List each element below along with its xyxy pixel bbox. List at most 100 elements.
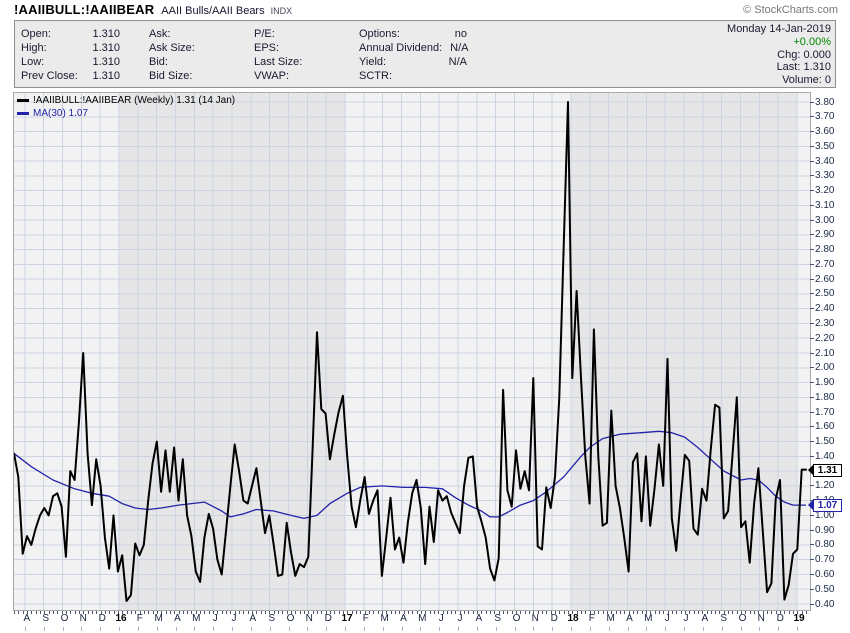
legend-price-label: !AAIIBULL:!AAIIBEAR (Weekly) 1.31 (14 Ja… <box>33 95 236 106</box>
y-axis-tick <box>810 352 814 354</box>
x-axis-month-tick <box>100 627 102 631</box>
stockcharts-chart-page: !AAIIBULL:!AAIIBEAR AAII Bulls/AAII Bear… <box>0 0 850 633</box>
x-axis-month-tick <box>194 627 196 631</box>
y-axis-label-text: 2.70 <box>815 258 835 270</box>
y-axis-tick <box>810 234 814 236</box>
y-axis-label: 2.20 <box>810 333 834 344</box>
quote-field-label: Bid: <box>149 56 168 68</box>
y-axis-label-text: 3.80 <box>815 96 835 108</box>
y-axis-label: 3.60 <box>810 126 834 137</box>
quote-field-value: no <box>454 28 467 40</box>
quote-field-label: P/E: <box>254 28 275 40</box>
x-axis-month-tick <box>175 627 177 631</box>
x-axis-month-tick <box>232 627 233 631</box>
x-axis-month-tick <box>213 627 215 631</box>
quote-row: Annual Dividend: N/A <box>359 41 469 55</box>
y-axis-label: 1.60 <box>810 421 834 432</box>
y-axis-label-text: 0.40 <box>815 598 835 610</box>
y-axis-tick <box>810 337 814 339</box>
quote-field-value: 1.310 <box>92 28 120 40</box>
quote-row: Bid Size: <box>149 69 233 83</box>
y-axis-label: 1.90 <box>810 377 834 388</box>
y-axis-label-text: 3.10 <box>815 199 835 211</box>
quote-field-value: 1.310 <box>92 42 120 54</box>
y-axis-label: 1.20 <box>810 480 834 491</box>
y-axis-label-text: 1.70 <box>815 406 835 418</box>
y-axis-label-text: 0.90 <box>815 524 835 536</box>
y-axis-tick <box>810 411 814 413</box>
y-axis-label-text: 1.60 <box>815 421 835 433</box>
y-axis-tick <box>810 308 814 310</box>
quote-field-label: SCTR: <box>359 70 392 82</box>
quote-row: Open: 1.310 <box>21 27 120 41</box>
y-axis-label-text: 1.40 <box>815 450 835 462</box>
x-axis-month-tick <box>363 627 365 631</box>
quote-row: VWAP: <box>254 69 346 83</box>
y-axis-tick <box>810 131 814 132</box>
quote-field-label: Open: <box>21 28 51 40</box>
x-axis-month-tick <box>571 627 572 631</box>
y-axis-label-text: 2.40 <box>815 303 835 315</box>
y-axis-label-text: 0.50 <box>815 583 835 595</box>
x-axis-month-tick <box>495 627 497 631</box>
x-axis-month-tick <box>288 627 290 631</box>
y-axis-label-text: 3.30 <box>815 170 835 182</box>
quote-row: Ask Size: <box>149 41 233 55</box>
quote-date: Monday 14-Jan-2019 <box>727 23 831 35</box>
legend-price-series: !AAIIBULL:!AAIIBEAR (Weekly) 1.31 (14 Ja… <box>17 94 235 107</box>
x-axis-month-tick <box>740 627 742 631</box>
y-axis-label: 0.50 <box>810 584 834 595</box>
y-axis-tick <box>810 382 814 383</box>
y-axis-label: 1.40 <box>810 451 834 462</box>
x-axis-month-tick <box>759 627 761 631</box>
y-axis-label: 0.40 <box>810 599 834 610</box>
y-axis-tick <box>810 249 814 251</box>
quote-row: Ask: <box>149 27 233 41</box>
price-chart-svg <box>14 93 810 610</box>
y-axis-tick <box>810 293 814 295</box>
x-axis-month-tick <box>627 627 629 631</box>
x-axis-month-tick <box>24 627 26 631</box>
y-axis-label-text: 1.80 <box>815 391 835 403</box>
x-axis-month-tick <box>721 627 723 631</box>
x-axis-month-tick <box>401 627 403 631</box>
y-axis-tick <box>810 367 814 369</box>
y-axis-label: 3.40 <box>810 156 834 167</box>
x-axis-month-tick <box>646 627 648 631</box>
quote-field-value: 1.310 <box>92 70 120 82</box>
x-axis-month-tick <box>269 627 271 631</box>
x-axis-month-tick <box>156 627 158 631</box>
y-axis-label-text: 3.70 <box>815 111 835 123</box>
x-axis-month-tick <box>514 627 516 631</box>
exchange-label: INDX <box>270 6 293 16</box>
quote-row: P/E: <box>254 27 346 41</box>
y-axis-label-text: 1.50 <box>815 436 835 448</box>
x-axis-month-tick <box>552 627 554 631</box>
y-axis-label: 1.50 <box>810 436 834 447</box>
y-axis-tick <box>810 426 814 428</box>
y-axis-label: 2.00 <box>810 362 834 373</box>
y-axis-label: 3.20 <box>810 185 834 196</box>
quote-field-label: Last Size: <box>254 56 303 68</box>
ma-line-swatch <box>17 112 29 115</box>
y-axis-label-text: 2.80 <box>815 244 835 256</box>
y-axis-label: 0.90 <box>810 525 834 536</box>
x-axis-month-tick <box>345 627 346 631</box>
quote-field-value: N/A <box>448 56 467 68</box>
x-axis-month-tick <box>608 627 610 631</box>
y-axis-label: 2.70 <box>810 259 834 270</box>
quote-field-label: Ask Size: <box>149 42 195 54</box>
y-axis-label-text: 3.00 <box>815 214 835 226</box>
x-axis-month-tick <box>119 627 120 631</box>
quote-field-label: Options: <box>359 28 400 40</box>
y-axis-label: 2.50 <box>810 288 834 299</box>
x-axis-month-tick <box>684 627 685 631</box>
y-axis-tick <box>810 323 814 324</box>
quote-field-label: High: <box>21 42 47 54</box>
x-axis-month-tick <box>307 627 309 631</box>
y-axis-label-text: 0.70 <box>815 554 835 566</box>
y-axis-label-text: 3.40 <box>815 155 835 167</box>
x-axis-month-tick <box>250 627 252 631</box>
y-axis-label: 2.60 <box>810 274 834 285</box>
x-axis-month-tick <box>797 627 798 631</box>
